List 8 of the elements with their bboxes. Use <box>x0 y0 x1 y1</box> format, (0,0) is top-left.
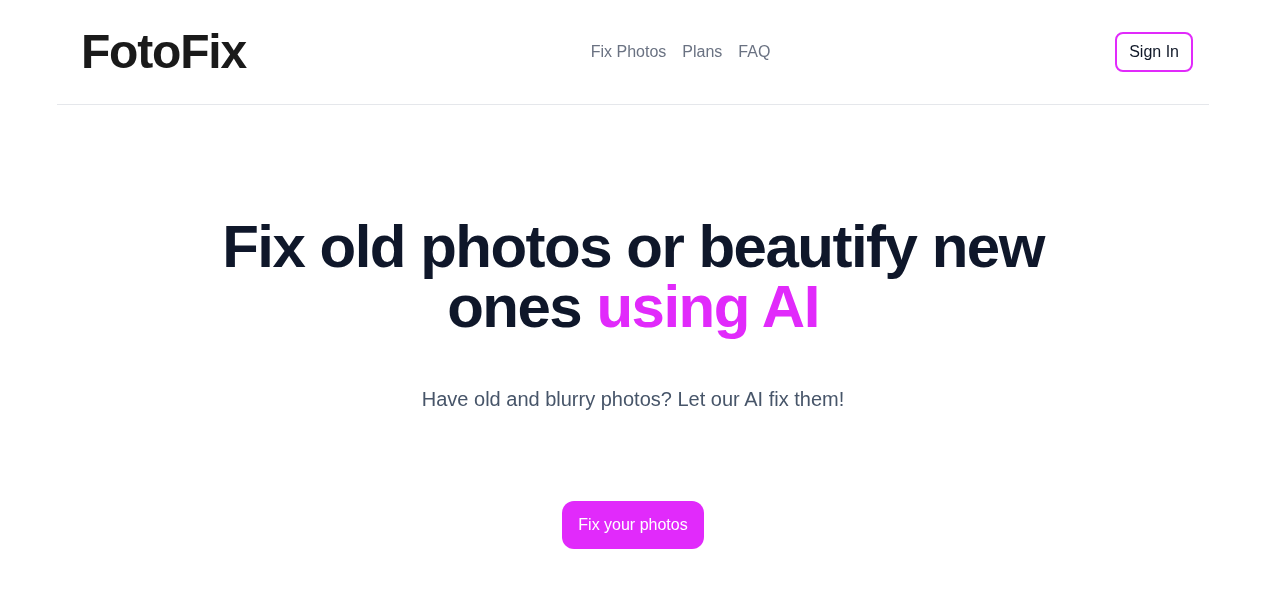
sign-in-button[interactable]: Sign In <box>1115 32 1193 72</box>
hero-subtitle: Have old and blurry photos? Let our AI fix them! <box>421 387 845 412</box>
hero-heading: Fix old photos or beautify new ones using AI <box>221 217 1046 337</box>
nav-link[interactable]: Plans <box>682 40 723 64</box>
nav-link[interactable]: Fix Photos <box>590 40 667 64</box>
logo[interactable]: FotoFix <box>81 28 246 76</box>
nav-link[interactable]: FAQ <box>738 40 771 64</box>
fix-photos-button[interactable]: Fix your photos <box>562 501 704 549</box>
